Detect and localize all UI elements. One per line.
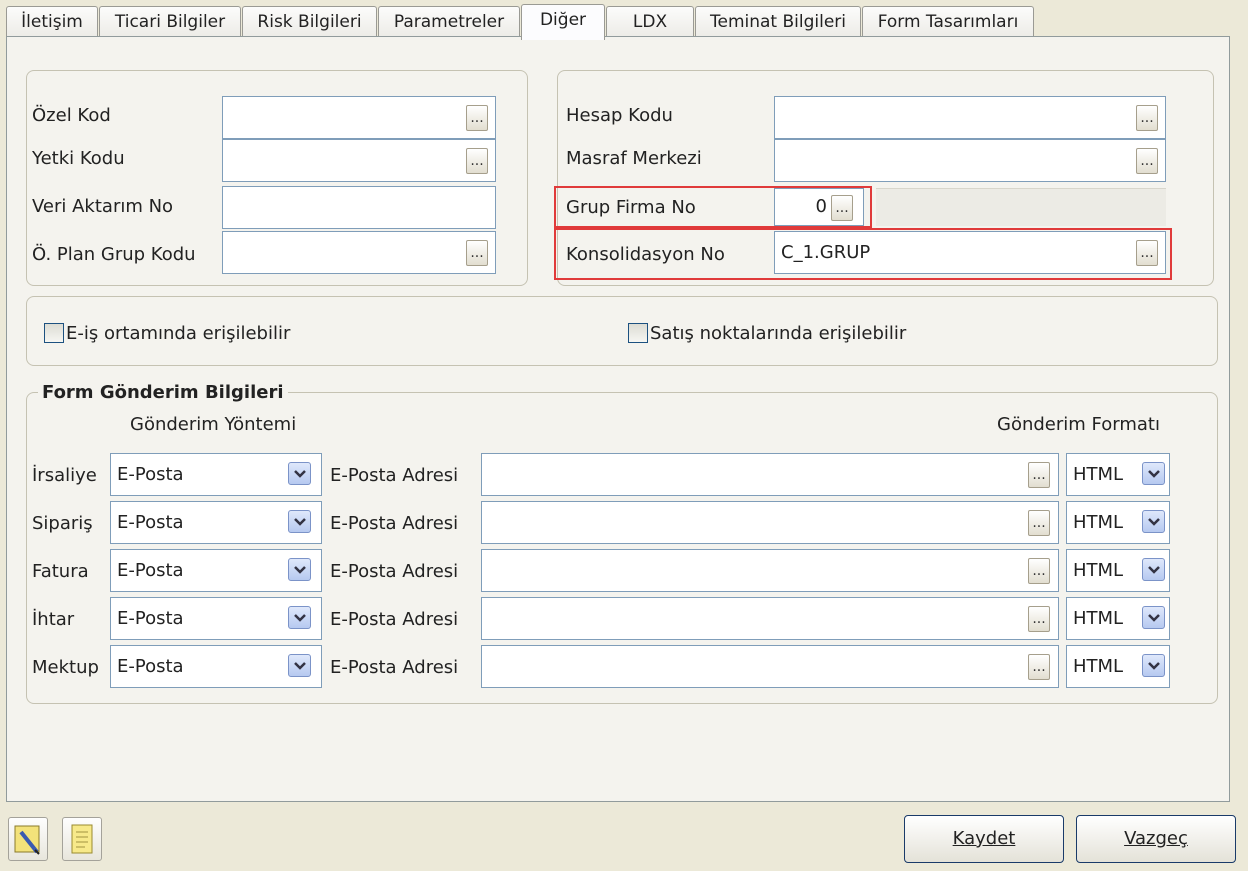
grup-firma-no-lookup-button[interactable]: ... <box>831 195 853 221</box>
addr-label-irsaliye: E-Posta Adresi <box>330 465 459 486</box>
tab-form-tasarimlari[interactable]: Form Tasarımları <box>862 6 1034 38</box>
chevron-down-icon[interactable] <box>288 606 311 629</box>
form-sending-title: Form Gönderim Bilgileri <box>38 382 288 403</box>
email-field-fatura[interactable] <box>481 549 1059 592</box>
grup-firma-name-display <box>876 188 1166 226</box>
tab-diger[interactable]: Diğer <box>521 4 605 40</box>
doc-label-ihtar: İhtar <box>32 609 75 630</box>
chevron-down-icon[interactable] <box>1142 654 1165 677</box>
masraf-merkezi-label: Masraf Merkezi <box>566 148 702 169</box>
tab-risk-bilgileri[interactable]: Risk Bilgileri <box>242 6 377 38</box>
cancel-button[interactable]: Vazgeç <box>1076 815 1236 863</box>
notes-icon <box>71 824 93 854</box>
save-button-label: Kaydet <box>952 828 1016 849</box>
masraf-merkezi-lookup-button[interactable]: ... <box>1136 148 1158 174</box>
addr-label-mektup: E-Posta Adresi <box>330 657 459 678</box>
doc-label-siparis: Sipariş <box>32 513 93 534</box>
plan-grup-kodu-field[interactable] <box>222 231 496 274</box>
addr-label-ihtar: E-Posta Adresi <box>330 609 459 630</box>
satis-noktalari-label: Satış noktalarında erişilebilir <box>650 323 907 344</box>
konsolidasyon-no-field[interactable]: C_1.GRUP <box>774 231 1166 274</box>
chevron-down-icon[interactable] <box>1142 558 1165 581</box>
masraf-merkezi-field[interactable] <box>774 139 1166 182</box>
edit-tool-button[interactable] <box>8 817 48 861</box>
yetki-kodu-label: Yetki Kodu <box>32 148 125 169</box>
hesap-kodu-lookup-button[interactable]: ... <box>1136 105 1158 131</box>
chevron-down-icon[interactable] <box>1142 606 1165 629</box>
hesap-kodu-label: Hesap Kodu <box>566 105 673 126</box>
email-lookup-button-fatura[interactable]: ... <box>1028 558 1050 584</box>
email-lookup-button-irsaliye[interactable]: ... <box>1028 462 1050 488</box>
email-lookup-button-mektup[interactable]: ... <box>1028 654 1050 680</box>
method-header: Gönderim Yöntemi <box>130 414 297 435</box>
doc-label-mektup: Mektup <box>32 657 99 678</box>
notes-tool-button[interactable] <box>62 817 102 861</box>
email-field-siparis[interactable] <box>481 501 1059 544</box>
plan-grup-kodu-label: Ö. Plan Grup Kodu <box>32 244 196 265</box>
e-is-label: E-iş ortamında erişilebilir <box>66 323 291 344</box>
email-lookup-button-ihtar[interactable]: ... <box>1028 606 1050 632</box>
chevron-down-icon[interactable] <box>1142 510 1165 533</box>
chevron-down-icon[interactable] <box>288 462 311 485</box>
tab-teminat-bilgileri[interactable]: Teminat Bilgileri <box>695 6 861 38</box>
email-lookup-button-siparis[interactable]: ... <box>1028 510 1050 536</box>
satis-noktalari-checkbox[interactable] <box>628 323 648 343</box>
grup-firma-no-label: Grup Firma No <box>566 197 696 218</box>
pencil-icon <box>14 825 40 855</box>
chevron-down-icon[interactable] <box>288 510 311 533</box>
addr-label-fatura: E-Posta Adresi <box>330 561 459 582</box>
chevron-down-icon[interactable] <box>288 654 311 677</box>
ozel-kod-lookup-button[interactable]: ... <box>466 105 488 131</box>
doc-label-irsaliye: İrsaliye <box>32 465 97 486</box>
format-header: Gönderim Formatı <box>997 414 1160 435</box>
tab-parametreler[interactable]: Parametreler <box>378 6 520 38</box>
tab-bar: İletişim Ticari Bilgiler Risk Bilgileri … <box>6 4 1236 40</box>
hesap-kodu-field[interactable] <box>774 96 1166 139</box>
tab-ticari-bilgiler[interactable]: Ticari Bilgiler <box>99 6 241 38</box>
ozel-kod-label: Özel Kod <box>32 105 111 126</box>
yetki-kodu-field[interactable] <box>222 139 496 182</box>
email-field-ihtar[interactable] <box>481 597 1059 640</box>
email-field-mektup[interactable] <box>481 645 1059 688</box>
ozel-kod-field[interactable] <box>222 96 496 139</box>
chevron-down-icon[interactable] <box>1142 462 1165 485</box>
veri-aktarim-no-label: Veri Aktarım No <box>32 196 174 217</box>
konsolidasyon-no-lookup-button[interactable]: ... <box>1136 240 1158 266</box>
e-is-checkbox[interactable] <box>44 323 64 343</box>
yetki-kodu-lookup-button[interactable]: ... <box>466 148 488 174</box>
tab-iletisim[interactable]: İletişim <box>6 6 98 38</box>
save-button[interactable]: Kaydet <box>904 815 1064 863</box>
plan-grup-kodu-lookup-button[interactable]: ... <box>466 240 488 266</box>
chevron-down-icon[interactable] <box>288 558 311 581</box>
tab-ldx[interactable]: LDX <box>606 6 694 38</box>
addr-label-siparis: E-Posta Adresi <box>330 513 459 534</box>
veri-aktarim-no-field[interactable] <box>222 186 496 229</box>
email-field-irsaliye[interactable] <box>481 453 1059 496</box>
konsolidasyon-no-label: Konsolidasyon No <box>566 244 725 265</box>
doc-label-fatura: Fatura <box>32 561 89 582</box>
cancel-button-label: Vazgeç <box>1124 828 1188 849</box>
